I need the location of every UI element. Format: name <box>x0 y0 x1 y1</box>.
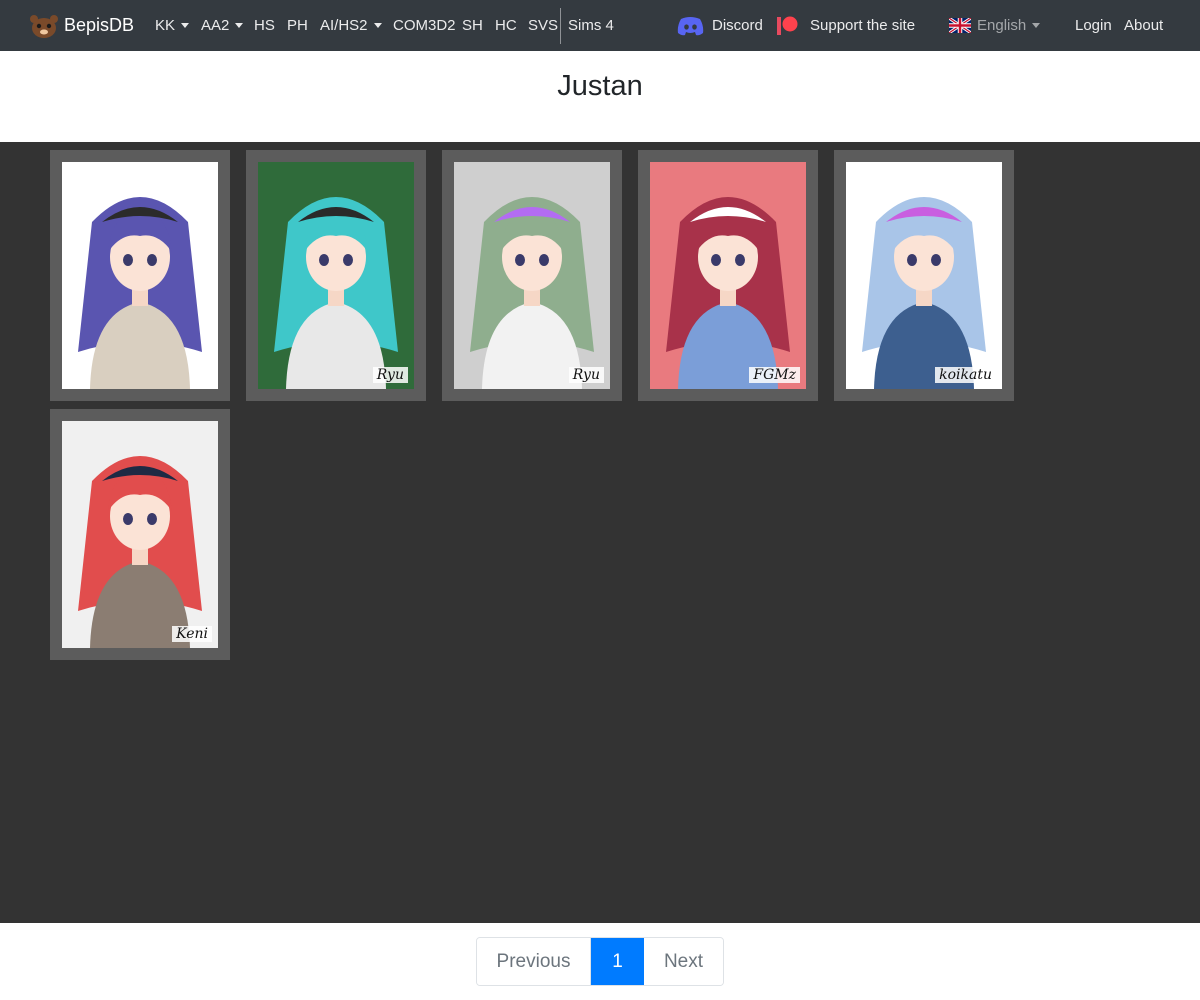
card-image: FGMz <box>650 162 806 389</box>
nav-sims4[interactable]: Sims 4 <box>568 0 614 51</box>
caret-down-icon <box>373 23 382 28</box>
nav-ai-hs2[interactable]: AI/HS2 <box>320 0 382 51</box>
nav-sh[interactable]: SH <box>462 0 483 51</box>
caret-down-icon <box>1032 23 1041 28</box>
nav-com3d2[interactable]: COM3D2 <box>393 0 456 51</box>
card-signature: FGMz <box>749 367 800 383</box>
nav-hc-label: HC <box>495 17 517 34</box>
nav-discord-label: Discord <box>712 17 763 34</box>
brand-link[interactable]: BepisDB <box>28 0 134 51</box>
card-artwork <box>650 162 806 389</box>
nav-aa2-label: AA2 <box>201 17 230 34</box>
nav-discord[interactable]: Discord <box>677 0 763 51</box>
card-image: Keni <box>62 421 218 648</box>
card-gallery: Ryu Ryu FGMz koikatu Keni <box>0 142 1200 923</box>
card-signature: koikatu <box>935 367 996 383</box>
card-image: Ryu <box>454 162 610 389</box>
discord-icon <box>677 16 704 36</box>
character-card[interactable]: koikatu <box>834 150 1014 401</box>
card-signature: Ryu <box>372 367 408 383</box>
language-label: English <box>977 17 1027 34</box>
character-card[interactable]: Ryu <box>442 150 622 401</box>
page-title: Justan <box>557 70 643 102</box>
nav-kk[interactable]: KK <box>155 0 190 51</box>
nav-about-label: About <box>1124 17 1164 34</box>
nav-sh-label: SH <box>462 17 483 34</box>
nav-ph[interactable]: PH <box>287 0 308 51</box>
nav-about[interactable]: About <box>1124 0 1163 51</box>
card-artwork <box>62 162 218 389</box>
nav-login-label: Login <box>1075 17 1112 34</box>
current-page-button[interactable]: 1 <box>591 938 644 985</box>
nav-hs-label: HS <box>254 17 275 34</box>
character-card[interactable] <box>50 150 230 401</box>
card-image <box>62 162 218 389</box>
pagination-area: Previous 1 Next <box>0 923 1200 1000</box>
card-artwork <box>258 162 414 389</box>
card-signature: Keni <box>172 626 212 642</box>
nav-hc[interactable]: HC <box>495 0 517 51</box>
caret-down-icon <box>181 23 190 28</box>
nav-com3d2-label: COM3D2 <box>393 17 456 34</box>
nav-hs[interactable]: HS <box>254 0 275 51</box>
brand-name: BepisDB <box>64 15 135 35</box>
nav-aa2[interactable]: AA2 <box>201 0 244 51</box>
nav-ph-label: PH <box>287 17 308 34</box>
nav-sims4-label: Sims 4 <box>568 17 614 34</box>
nav-login[interactable]: Login <box>1075 0 1112 51</box>
nav-divider <box>560 8 561 44</box>
bepis-logo-icon <box>28 13 60 39</box>
nav-svs-label: SVS <box>528 17 559 34</box>
previous-page-button[interactable]: Previous <box>477 938 591 985</box>
nav-svs[interactable]: SVS <box>528 0 558 51</box>
caret-down-icon <box>235 23 244 28</box>
card-image: koikatu <box>846 162 1002 389</box>
pagination: Previous 1 Next <box>476 937 724 986</box>
character-card[interactable]: FGMz <box>638 150 818 401</box>
top-navbar: BepisDB KK AA2 HS PH AI/HS2 COM3D2 SH HC… <box>0 0 1200 51</box>
card-signature: Ryu <box>568 367 604 383</box>
card-artwork <box>846 162 1002 389</box>
card-image: Ryu <box>258 162 414 389</box>
language-selector[interactable]: English <box>949 0 1041 51</box>
nav-support[interactable]: Support the site <box>777 0 915 51</box>
patreon-icon <box>777 16 798 36</box>
title-area: Justan <box>0 51 1200 142</box>
card-artwork <box>454 162 610 389</box>
nav-support-label: Support the site <box>810 17 916 34</box>
character-card[interactable]: Keni <box>50 409 230 660</box>
card-artwork <box>62 421 218 648</box>
nav-kk-label: KK <box>155 17 176 34</box>
next-page-button[interactable]: Next <box>644 938 723 985</box>
nav-ai-hs2-label: AI/HS2 <box>320 17 368 34</box>
character-card[interactable]: Ryu <box>246 150 426 401</box>
uk-flag-icon <box>949 18 971 33</box>
